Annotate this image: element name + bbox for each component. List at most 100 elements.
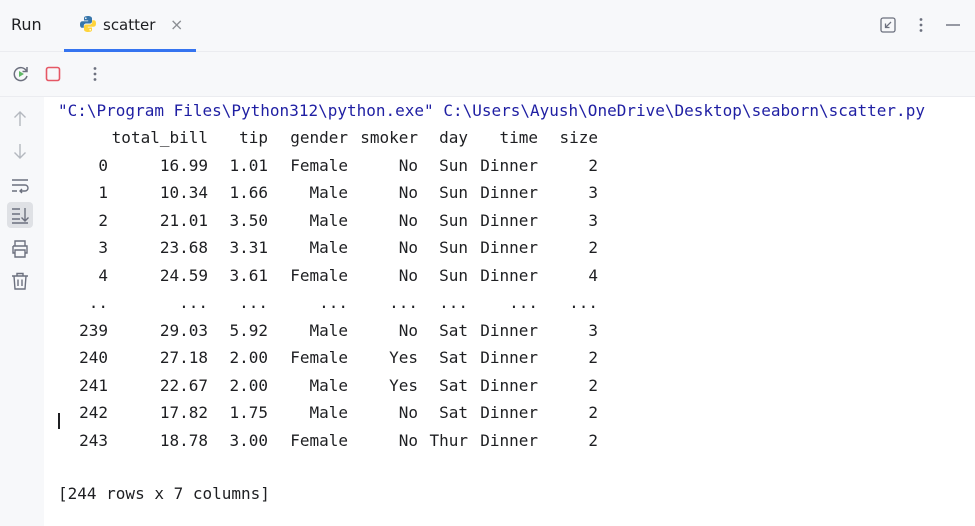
row-index: 1 bbox=[98, 183, 108, 202]
restore-layout-icon[interactable] bbox=[879, 16, 897, 34]
table-row: 0 16.99 1.01 Female No Sun Dinner 2 bbox=[58, 152, 598, 180]
table-cell: 2.00 bbox=[229, 348, 268, 367]
table-cell: 3.61 bbox=[229, 265, 268, 285]
close-tab-icon[interactable]: × bbox=[170, 15, 183, 34]
table-cell: ... bbox=[389, 293, 418, 312]
table-cell: ... bbox=[569, 293, 598, 312]
table-cell: ... bbox=[179, 293, 208, 312]
row-index: 239 bbox=[79, 320, 108, 340]
run-command-line: "C:\Program Files\Python312\python.exe" … bbox=[58, 101, 925, 120]
table-cell: Dinner bbox=[480, 183, 538, 202]
table-cell: 1.01 bbox=[229, 155, 268, 175]
table-cell: Female bbox=[290, 430, 348, 450]
table-cell: Dinner bbox=[480, 238, 538, 257]
table-cell: 3.31 bbox=[229, 238, 268, 257]
index-header bbox=[58, 124, 108, 152]
scroll-to-end-button[interactable] bbox=[7, 202, 33, 228]
table-cell: 2 bbox=[588, 430, 598, 450]
table-row: 239 29.03 5.92 Male No Sat Dinner 3 bbox=[58, 317, 598, 345]
more-options-icon[interactable] bbox=[912, 16, 930, 34]
dataframe-summary: [244 rows x 7 columns] bbox=[58, 484, 270, 503]
table-cell: Sun bbox=[439, 238, 468, 257]
table-cell: Dinner bbox=[480, 265, 538, 285]
table-cell: No bbox=[398, 403, 418, 422]
tab-scatter[interactable]: scatter × bbox=[64, 0, 196, 52]
table-row: ....................... bbox=[58, 289, 598, 317]
tool-window-header: Run scatter × bbox=[0, 0, 975, 52]
table-cell: Dinner bbox=[480, 403, 538, 422]
column-header: tip bbox=[239, 128, 268, 147]
table-cell: Yes bbox=[389, 375, 418, 395]
table-cell: No bbox=[398, 183, 418, 202]
column-header: smoker bbox=[360, 128, 418, 147]
print-icon[interactable] bbox=[9, 238, 31, 260]
table-row: 243 18.78 3.00 Female No Thur Dinner 2 bbox=[58, 427, 598, 455]
table-header-row: total_bill tip gender smoker day time si… bbox=[58, 124, 598, 152]
table-cell: 2 bbox=[588, 348, 598, 367]
table-cell: 3 bbox=[588, 320, 598, 340]
row-index: 0 bbox=[98, 155, 108, 175]
console-side-toolbar bbox=[0, 97, 44, 526]
table-row: 242 17.82 1.75 Male No Sat Dinner 2 bbox=[58, 399, 598, 427]
table-cell: 21.01 bbox=[159, 210, 208, 230]
table-cell: 16.99 bbox=[159, 155, 208, 175]
row-index: 241 bbox=[79, 375, 108, 395]
table-cell: 10.34 bbox=[159, 183, 208, 202]
python-icon bbox=[80, 16, 96, 32]
table-row: 3 23.68 3.31 Male No Sun Dinner 2 bbox=[58, 234, 598, 262]
table-cell: Sun bbox=[439, 155, 468, 175]
table-cell: No bbox=[398, 238, 418, 257]
more-actions-icon[interactable] bbox=[85, 64, 105, 84]
table-cell: Sat bbox=[439, 403, 468, 422]
table-cell: Male bbox=[309, 238, 348, 257]
table-row: 2 21.01 3.50 Male No Sun Dinner 3 bbox=[58, 207, 598, 235]
column-header: time bbox=[499, 128, 538, 147]
table-cell: Male bbox=[309, 403, 348, 422]
table-cell: Sun bbox=[439, 210, 468, 230]
tab-label: scatter bbox=[103, 16, 156, 34]
minimize-icon[interactable] bbox=[944, 16, 962, 34]
table-cell: No bbox=[398, 320, 418, 340]
table-cell: 5.92 bbox=[229, 320, 268, 340]
table-cell: 1.66 bbox=[229, 183, 268, 202]
table-cell: Dinner bbox=[480, 210, 538, 230]
row-index: 2 bbox=[98, 210, 108, 230]
table-cell: Male bbox=[309, 320, 348, 340]
table-cell: 3 bbox=[588, 183, 598, 202]
rerun-icon[interactable] bbox=[11, 64, 31, 84]
table-cell: 1.75 bbox=[229, 403, 268, 422]
table-cell: Thur bbox=[429, 430, 468, 450]
table-cell: Male bbox=[309, 375, 348, 395]
table-row: 1 10.34 1.66 Male No Sun Dinner 3 bbox=[58, 179, 598, 207]
table-cell: 3.50 bbox=[229, 210, 268, 230]
dataframe-output: total_bill tip gender smoker day time si… bbox=[58, 124, 598, 454]
table-cell: Dinner bbox=[480, 430, 538, 450]
run-toolbar bbox=[0, 52, 975, 97]
table-cell: 2 bbox=[588, 155, 598, 175]
table-cell: Dinner bbox=[480, 375, 538, 395]
console-output[interactable]: "C:\Program Files\Python312\python.exe" … bbox=[58, 98, 975, 507]
table-cell: 2 bbox=[588, 375, 598, 395]
column-header: gender bbox=[290, 128, 348, 147]
table-cell: Sat bbox=[439, 320, 468, 340]
table-cell: 2.00 bbox=[229, 375, 268, 395]
column-header: total_bill bbox=[111, 128, 208, 147]
table-cell: No bbox=[398, 210, 418, 230]
trash-icon[interactable] bbox=[9, 270, 31, 292]
table-cell: ... bbox=[439, 293, 468, 312]
column-header: size bbox=[559, 128, 598, 147]
stop-icon[interactable] bbox=[43, 64, 63, 84]
text-cursor bbox=[58, 413, 60, 429]
table-row: 241 22.67 2.00 Male Yes Sat Dinner 2 bbox=[58, 372, 598, 400]
table-cell: Female bbox=[290, 265, 348, 285]
arrow-down-icon[interactable] bbox=[9, 140, 31, 162]
row-index: 243 bbox=[79, 430, 108, 450]
soft-wrap-icon[interactable] bbox=[9, 174, 31, 196]
table-cell: 3 bbox=[588, 210, 598, 230]
table-cell: ... bbox=[319, 293, 348, 312]
arrow-up-icon[interactable] bbox=[9, 108, 31, 130]
table-cell: 17.82 bbox=[159, 403, 208, 422]
table-cell: Male bbox=[309, 210, 348, 230]
row-index: 4 bbox=[98, 265, 108, 285]
table-cell: Dinner bbox=[480, 348, 538, 367]
